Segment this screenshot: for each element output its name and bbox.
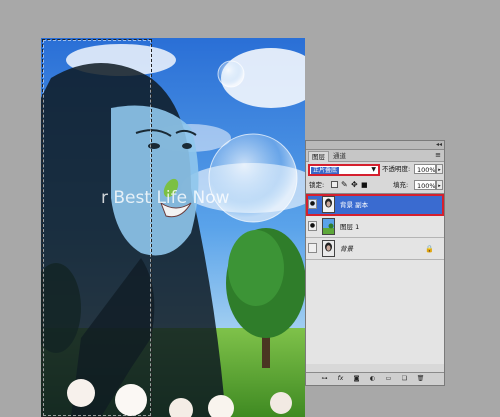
eye-icon[interactable]: ● <box>308 221 317 231</box>
layer-thumbnail <box>322 196 335 213</box>
panel-grip[interactable]: ◂◂ <box>306 141 444 150</box>
tab-layers[interactable]: 图层 <box>308 151 329 162</box>
eye-icon[interactable]: ● <box>308 243 317 253</box>
chevron-down-icon: ▼ <box>371 166 376 173</box>
opacity-label: 不透明度: <box>382 165 411 173</box>
group-icon[interactable]: ▭ <box>384 374 393 383</box>
lock-move-icon[interactable]: ✥ <box>351 180 358 190</box>
opacity-input[interactable]: 100% <box>414 164 436 174</box>
lock-label: 锁定: <box>309 181 325 189</box>
lock-all-icon[interactable]: ■ <box>361 180 368 190</box>
layer-name: 背景 副本 <box>340 201 369 209</box>
layers-panel: ◂◂ 图层 通道 ≡ 正片叠底 ▼ 不透明度: 100% ▸ 锁定: ✎ ✥ ■… <box>305 140 445 386</box>
link-icon[interactable]: ⊶ <box>320 374 329 383</box>
opacity-arrow-icon[interactable]: ▸ <box>436 164 443 174</box>
panel-menu-icon[interactable]: ≡ <box>435 150 441 160</box>
tab-channels[interactable]: 通道 <box>330 151 349 161</box>
lock-fill-row: 锁定: ✎ ✥ ■ 填充: 100% ▸ <box>306 180 444 192</box>
eye-icon[interactable]: ● <box>308 199 317 209</box>
layer-row-background[interactable]: ● 背景 🔒 <box>306 238 444 260</box>
layer-thumbnail <box>322 240 335 257</box>
panel-footer: ⊶ fx ◙ ◐ ▭ ❏ 🗑 <box>306 372 444 385</box>
canvas-artwork: r Best Life Now <box>41 38 305 417</box>
layer-row-layer-1[interactable]: ● 图层 1 <box>306 216 444 238</box>
layer-name: 图层 1 <box>340 223 360 231</box>
trash-icon[interactable]: 🗑 <box>416 374 425 383</box>
blend-mode-select[interactable]: 正片叠底 ▼ <box>308 164 380 176</box>
layer-list: ● 背景 副本 ● 图层 1 ● 背景 🔒 <box>306 193 444 364</box>
panel-tabs: 图层 通道 ≡ <box>306 150 444 162</box>
blend-mode-value: 正片叠底 <box>311 167 340 174</box>
fill-arrow-icon[interactable]: ▸ <box>436 180 443 190</box>
document-canvas[interactable]: r Best Life Now <box>41 38 305 417</box>
blend-opacity-row: 正片叠底 ▼ 不透明度: 100% ▸ <box>306 164 444 178</box>
fill-input[interactable]: 100% <box>414 180 436 190</box>
mask-icon[interactable]: ◙ <box>352 374 361 383</box>
adjustment-icon[interactable]: ◐ <box>368 374 377 383</box>
fx-icon[interactable]: fx <box>336 374 345 383</box>
lock-icon: 🔒 <box>425 245 434 253</box>
lock-transparent-icon[interactable] <box>331 181 338 188</box>
fill-label: 填充: <box>393 181 409 189</box>
layer-row-background-copy[interactable]: ● 背景 副本 <box>306 194 444 216</box>
collapse-icon[interactable]: ◂◂ <box>436 141 442 149</box>
layer-thumbnail <box>322 218 335 235</box>
layer-name: 背景 <box>340 245 353 253</box>
new-layer-icon[interactable]: ❏ <box>400 374 409 383</box>
lock-paint-icon[interactable]: ✎ <box>341 180 348 190</box>
canvas-overlay-text: r Best Life Now <box>101 188 230 208</box>
